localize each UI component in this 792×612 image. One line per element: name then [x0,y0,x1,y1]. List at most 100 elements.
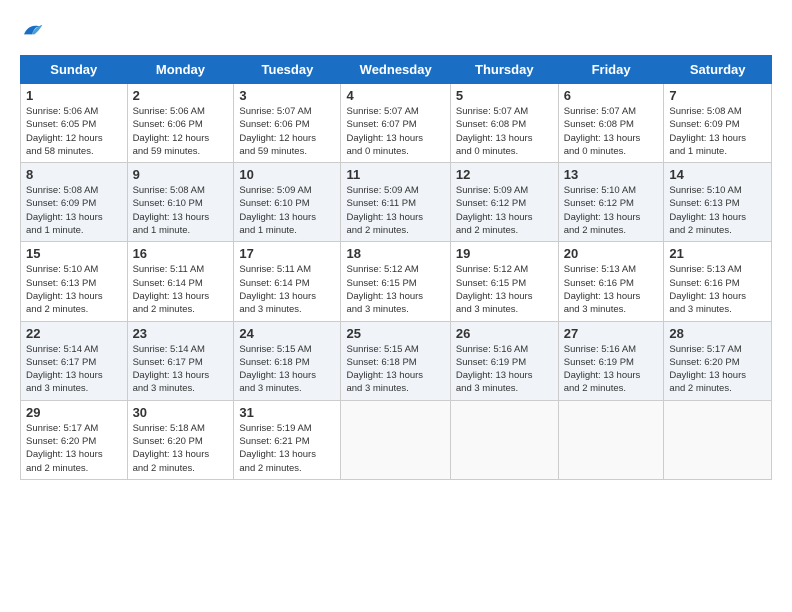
logo-text [20,20,44,45]
day-info: Sunrise: 5:06 AM Sunset: 6:06 PM Dayligh… [133,105,229,158]
calendar-day-cell: 11 Sunrise: 5:09 AM Sunset: 6:11 PM Dayli… [341,163,450,242]
calendar-header-row: Sunday Monday Tuesday Wednesday Thursday… [21,56,772,84]
calendar-day-cell: 28 Sunrise: 5:17 AM Sunset: 6:20 PM Dayli… [664,321,772,400]
col-sunday: Sunday [21,56,128,84]
logo [20,20,44,45]
calendar-day-cell: 24 Sunrise: 5:15 AM Sunset: 6:18 PM Dayli… [234,321,341,400]
day-number: 26 [456,326,553,341]
day-number: 13 [564,167,659,182]
calendar-day-cell: 20 Sunrise: 5:13 AM Sunset: 6:16 PM Dayli… [558,242,664,321]
calendar-day-cell: 1 Sunrise: 5:06 AM Sunset: 6:05 PM Daylig… [21,84,128,163]
day-info: Sunrise: 5:07 AM Sunset: 6:08 PM Dayligh… [564,105,659,158]
day-info: Sunrise: 5:17 AM Sunset: 6:20 PM Dayligh… [669,343,766,396]
day-info: Sunrise: 5:16 AM Sunset: 6:19 PM Dayligh… [564,343,659,396]
day-info: Sunrise: 5:19 AM Sunset: 6:21 PM Dayligh… [239,422,335,475]
day-number: 1 [26,88,122,103]
calendar-day-cell: 7 Sunrise: 5:08 AM Sunset: 6:09 PM Daylig… [664,84,772,163]
calendar-day-cell [450,400,558,479]
calendar-day-cell: 12 Sunrise: 5:09 AM Sunset: 6:12 PM Dayli… [450,163,558,242]
day-number: 22 [26,326,122,341]
calendar-day-cell: 23 Sunrise: 5:14 AM Sunset: 6:17 PM Dayli… [127,321,234,400]
day-number: 17 [239,246,335,261]
day-info: Sunrise: 5:13 AM Sunset: 6:16 PM Dayligh… [564,263,659,316]
day-info: Sunrise: 5:08 AM Sunset: 6:09 PM Dayligh… [669,105,766,158]
day-number: 23 [133,326,229,341]
calendar-day-cell: 6 Sunrise: 5:07 AM Sunset: 6:08 PM Daylig… [558,84,664,163]
calendar-day-cell: 14 Sunrise: 5:10 AM Sunset: 6:13 PM Dayli… [664,163,772,242]
day-number: 4 [346,88,444,103]
day-number: 9 [133,167,229,182]
day-info: Sunrise: 5:07 AM Sunset: 6:08 PM Dayligh… [456,105,553,158]
col-tuesday: Tuesday [234,56,341,84]
calendar-day-cell: 16 Sunrise: 5:11 AM Sunset: 6:14 PM Dayli… [127,242,234,321]
day-info: Sunrise: 5:10 AM Sunset: 6:12 PM Dayligh… [564,184,659,237]
day-number: 21 [669,246,766,261]
day-info: Sunrise: 5:18 AM Sunset: 6:20 PM Dayligh… [133,422,229,475]
calendar-week-row: 22 Sunrise: 5:14 AM Sunset: 6:17 PM Dayli… [21,321,772,400]
calendar-day-cell: 2 Sunrise: 5:06 AM Sunset: 6:06 PM Daylig… [127,84,234,163]
day-number: 30 [133,405,229,420]
day-number: 5 [456,88,553,103]
calendar-day-cell: 22 Sunrise: 5:14 AM Sunset: 6:17 PM Dayli… [21,321,128,400]
day-info: Sunrise: 5:16 AM Sunset: 6:19 PM Dayligh… [456,343,553,396]
calendar-day-cell: 15 Sunrise: 5:10 AM Sunset: 6:13 PM Dayli… [21,242,128,321]
day-info: Sunrise: 5:15 AM Sunset: 6:18 PM Dayligh… [239,343,335,396]
calendar-day-cell: 21 Sunrise: 5:13 AM Sunset: 6:16 PM Dayli… [664,242,772,321]
calendar-week-row: 15 Sunrise: 5:10 AM Sunset: 6:13 PM Dayli… [21,242,772,321]
day-info: Sunrise: 5:06 AM Sunset: 6:05 PM Dayligh… [26,105,122,158]
calendar-day-cell: 3Sunrise: 5:07 AM Sunset: 6:06 PM Daylig… [234,84,341,163]
calendar-day-cell: 13 Sunrise: 5:10 AM Sunset: 6:12 PM Dayli… [558,163,664,242]
page-container: Sunday Monday Tuesday Wednesday Thursday… [20,20,772,480]
day-number: 14 [669,167,766,182]
day-info: Sunrise: 5:14 AM Sunset: 6:17 PM Dayligh… [133,343,229,396]
day-number: 11 [346,167,444,182]
day-info: Sunrise: 5:09 AM Sunset: 6:12 PM Dayligh… [456,184,553,237]
calendar-day-cell: 27 Sunrise: 5:16 AM Sunset: 6:19 PM Dayli… [558,321,664,400]
calendar: Sunday Monday Tuesday Wednesday Thursday… [20,55,772,480]
calendar-day-cell: 26 Sunrise: 5:16 AM Sunset: 6:19 PM Dayli… [450,321,558,400]
col-monday: Monday [127,56,234,84]
day-info: Sunrise: 5:08 AM Sunset: 6:09 PM Dayligh… [26,184,122,237]
day-info: Sunrise: 5:17 AM Sunset: 6:20 PM Dayligh… [26,422,122,475]
day-number: 7 [669,88,766,103]
col-thursday: Thursday [450,56,558,84]
calendar-day-cell: 9Sunrise: 5:08 AM Sunset: 6:10 PM Daylig… [127,163,234,242]
day-info: Sunrise: 5:10 AM Sunset: 6:13 PM Dayligh… [669,184,766,237]
day-number: 31 [239,405,335,420]
calendar-day-cell [341,400,450,479]
day-number: 12 [456,167,553,182]
day-info: Sunrise: 5:09 AM Sunset: 6:11 PM Dayligh… [346,184,444,237]
col-wednesday: Wednesday [341,56,450,84]
day-info: Sunrise: 5:13 AM Sunset: 6:16 PM Dayligh… [669,263,766,316]
day-number: 6 [564,88,659,103]
logo-bird-icon [20,20,44,40]
day-info: Sunrise: 5:15 AM Sunset: 6:18 PM Dayligh… [346,343,444,396]
day-info: Sunrise: 5:11 AM Sunset: 6:14 PM Dayligh… [133,263,229,316]
day-number: 29 [26,405,122,420]
calendar-day-cell: 18Sunrise: 5:12 AM Sunset: 6:15 PM Dayli… [341,242,450,321]
day-info: Sunrise: 5:11 AM Sunset: 6:14 PM Dayligh… [239,263,335,316]
day-number: 20 [564,246,659,261]
day-number: 16 [133,246,229,261]
calendar-day-cell: 19Sunrise: 5:12 AM Sunset: 6:15 PM Dayli… [450,242,558,321]
day-info: Sunrise: 5:10 AM Sunset: 6:13 PM Dayligh… [26,263,122,316]
calendar-day-cell: 29 Sunrise: 5:17 AM Sunset: 6:20 PM Dayli… [21,400,128,479]
calendar-week-row: 29 Sunrise: 5:17 AM Sunset: 6:20 PM Dayli… [21,400,772,479]
day-number: 24 [239,326,335,341]
day-info: Sunrise: 5:07 AM Sunset: 6:07 PM Dayligh… [346,105,444,158]
day-number: 2 [133,88,229,103]
col-saturday: Saturday [664,56,772,84]
day-number: 18 [346,246,444,261]
day-number: 15 [26,246,122,261]
day-number: 8 [26,167,122,182]
day-number: 3 [239,88,335,103]
day-info: Sunrise: 5:14 AM Sunset: 6:17 PM Dayligh… [26,343,122,396]
calendar-day-cell [664,400,772,479]
calendar-day-cell: 25Sunrise: 5:15 AM Sunset: 6:18 PM Dayli… [341,321,450,400]
day-number: 27 [564,326,659,341]
day-number: 28 [669,326,766,341]
calendar-day-cell: 4 Sunrise: 5:07 AM Sunset: 6:07 PM Daylig… [341,84,450,163]
calendar-week-row: 1 Sunrise: 5:06 AM Sunset: 6:05 PM Daylig… [21,84,772,163]
calendar-day-cell: 30 Sunrise: 5:18 AM Sunset: 6:20 PM Dayli… [127,400,234,479]
calendar-day-cell [558,400,664,479]
